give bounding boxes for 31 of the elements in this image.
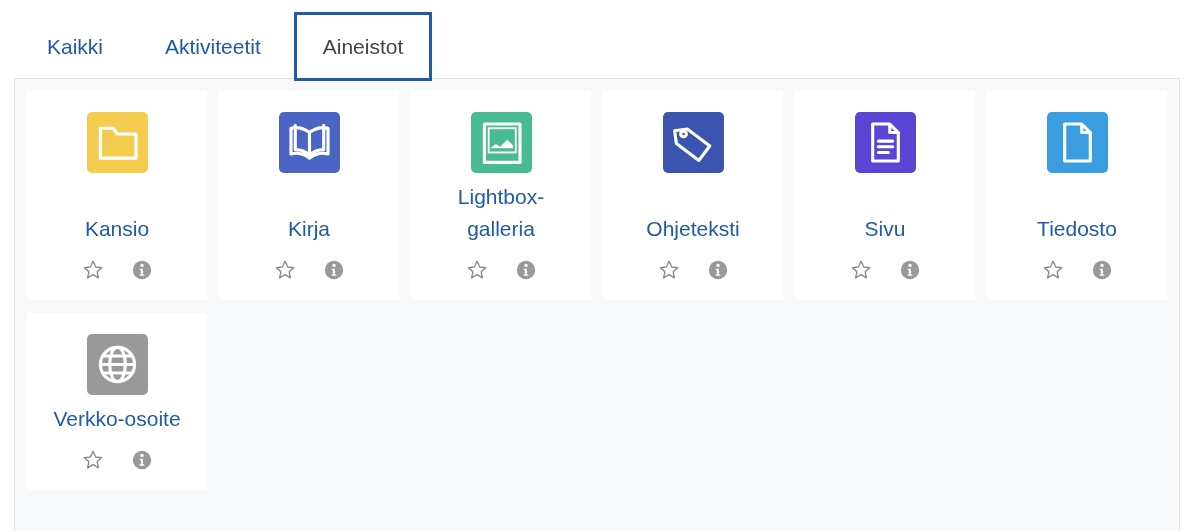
- module-link[interactable]: Kirja: [254, 213, 364, 245]
- tab[interactable]: Aktiviteetit: [136, 12, 290, 81]
- module-card[interactable]: Kirja: [219, 91, 399, 300]
- module-card[interactable]: Verkko-osoite: [27, 313, 207, 490]
- module-card[interactable]: Kansio: [27, 91, 207, 300]
- module-card[interactable]: Sivu: [795, 91, 975, 300]
- star-icon[interactable]: [81, 259, 104, 281]
- info-icon[interactable]: [322, 259, 345, 281]
- info-icon[interactable]: [130, 259, 153, 281]
- module-link[interactable]: Sivu: [830, 213, 940, 245]
- module-card[interactable]: Ohjeteksti: [603, 91, 783, 300]
- module-card[interactable]: Tiedosto: [987, 91, 1167, 300]
- module-link[interactable]: Ohjeteksti: [638, 213, 748, 245]
- module-card[interactable]: Lightbox-galleria: [411, 91, 591, 300]
- info-icon[interactable]: [1090, 259, 1113, 281]
- info-icon[interactable]: [514, 259, 537, 281]
- star-icon[interactable]: [81, 449, 104, 471]
- star-icon[interactable]: [657, 259, 680, 281]
- info-icon[interactable]: [706, 259, 729, 281]
- tab[interactable]: Aineistot: [293, 12, 433, 81]
- star-icon[interactable]: [273, 259, 296, 281]
- module-link[interactable]: Lightbox-galleria: [446, 181, 556, 245]
- star-icon[interactable]: [1041, 259, 1064, 281]
- star-icon[interactable]: [465, 259, 488, 281]
- tab[interactable]: Kaikki: [14, 12, 133, 81]
- module-link[interactable]: Verkko-osoite: [53, 403, 181, 435]
- star-icon[interactable]: [849, 259, 872, 281]
- info-icon[interactable]: [898, 259, 921, 281]
- info-icon[interactable]: [130, 449, 153, 471]
- module-link[interactable]: Kansio: [62, 213, 172, 245]
- module-link[interactable]: Tiedosto: [1022, 213, 1132, 245]
